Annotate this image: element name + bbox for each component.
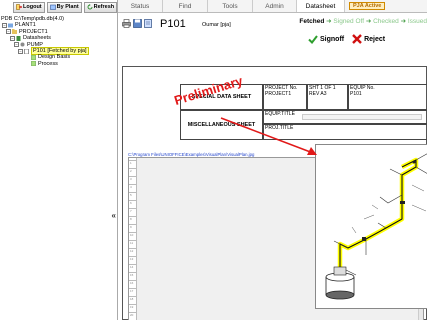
plant-icon [49,4,56,10]
arrow-right-icon: ➜ [326,18,332,25]
document-area: SPECIAL DATA SHEET MISCELLANEOUS SHEET P… [118,56,427,320]
workflow-current: Fetched [299,18,325,25]
ruler-tick: 18 [129,296,137,301]
equip-title-label: EQUIP.TITLE [265,111,295,117]
project-no-value: PROJECT1 [265,90,292,97]
tab-find[interactable]: Find [163,0,208,12]
refresh-icon [87,4,93,10]
header-toolbar [122,19,153,28]
logout-icon [16,4,22,10]
ruler-tick: 1 [129,160,137,165]
tab-admin[interactable]: Admin [253,0,297,12]
rev-label: REV A3 [309,90,327,97]
title-block: SPECIAL DATA SHEET MISCELLANEOUS SHEET P… [123,67,427,140]
ruler-tick: 4 [129,184,137,189]
ruler-tick: 19 [129,304,137,309]
workflow-step-signed-off: Signed Off [333,18,365,25]
ruler-tick: 11 [129,240,137,245]
collapse-toggle-icon[interactable]: − [6,29,11,35]
datasheet-page: SPECIAL DATA SHEET MISCELLANEOUS SHEET P… [122,66,427,320]
collapse-panel-icon[interactable]: « [112,211,116,220]
ruler-tick: 20 [129,312,137,317]
left-toolbar: Logout By Plant Refresh [0,0,118,14]
document-name: P101 [160,18,186,30]
reject-button[interactable]: Reject [352,34,385,44]
arrow-right-icon: ➜ [400,18,407,25]
workflow-step-issued: Issued [407,18,427,25]
edit-document-icon[interactable] [144,19,153,28]
tree-node-process[interactable]: Process [1,61,117,67]
title-bottom: MISCELLANEOUS SHEET [180,110,263,140]
checkmark-icon [308,34,318,44]
plant-icon [8,23,13,28]
isometric-sketch-drawing [325,153,427,300]
proj-title-label: PROJ.TITLE [265,125,294,131]
project-icon [12,29,17,35]
isometric-sketch-image [315,144,427,309]
datasheet-header: P101 Oumar [pja] Fetched ➜ Signed Off ➜ … [118,13,427,47]
ruler-tick: 6 [129,200,137,205]
ruler-tick: 3 [129,176,137,181]
workflow-actions: Signoff Reject [308,34,385,44]
equip-title-cell: EQUIP.TITLE [263,110,427,124]
collapse-toggle-icon[interactable]: − [2,23,7,29]
tab-status[interactable]: Status [118,0,163,12]
arrow-right-icon: ➜ [365,18,372,25]
reject-label: Reject [364,35,386,43]
logout-button[interactable]: Logout [13,1,45,13]
ruler-tick: 2 [129,168,137,173]
top-nav: Status Find Tools Admin Datasheet PJA Ac… [118,0,427,13]
ruler-tick: 8 [129,216,137,221]
tab-tools[interactable]: Tools [208,0,253,12]
refresh-button[interactable]: Refresh [83,1,118,13]
ruler-tick: 13 [129,256,137,261]
document-user: Oumar [pja] [202,22,231,28]
equip-no-value: P101 [350,90,362,97]
tree-process-label: Process [38,60,58,67]
ruler-tick: 16 [129,280,137,285]
sheet-icon [31,55,36,61]
save-icon[interactable] [133,19,142,28]
ruler-tick: 15 [129,272,137,277]
pja-active-badge: PJA Active [349,2,386,10]
document-icon [24,48,29,54]
collapse-toggle-icon[interactable]: − [10,35,15,41]
ruler-tick: 9 [129,224,137,229]
ruler-tick: 7 [129,208,137,213]
ruler-tick: 10 [129,232,137,237]
proj-title-cell: PROJ.TITLE [263,124,427,140]
project-tree: PDB C:\Temp\pdb.db(4.0) − PLANT1 − PROJE… [0,14,117,67]
logout-label: Logout [23,4,42,10]
by-plant-label: By Plant [56,4,79,10]
signoff-label: Signoff [320,35,345,43]
ruler-tick: 14 [129,264,137,269]
datasheets-icon [16,35,21,41]
ruler-tick: 5 [129,192,137,197]
collapse-toggle-icon[interactable]: − [18,48,23,54]
sheet-cell: SHT 1 OF 1 REV A3 [307,84,348,110]
sheet-icon [31,61,36,67]
reject-x-icon [352,34,362,44]
by-plant-button[interactable]: By Plant [46,1,82,13]
refresh-label: Refresh [93,4,115,10]
ruler-tick: 12 [129,248,137,253]
project-no-cell: PROJECT No. PROJECT1 [263,84,307,110]
left-panel: Logout By Plant Refresh PDB C:\Temp\pdb.… [0,0,118,320]
signoff-button[interactable]: Signoff [308,34,345,44]
workflow-status: Fetched ➜ Signed Off ➜ Checked ➜ Issued [299,17,427,25]
pump-icon [20,42,25,47]
ruler-tick: 17 [129,288,137,293]
print-icon[interactable] [122,19,131,28]
line-ruler: 1 2 3 4 5 6 7 8 9 10 11 12 13 14 15 16 1… [129,158,137,320]
collapse-toggle-icon[interactable]: − [14,42,19,48]
equip-title-input[interactable] [302,114,422,120]
tab-datasheet[interactable]: Datasheet [297,0,345,12]
workflow-step-checked: Checked [373,18,399,25]
equip-no-cell: EQUIP No. P101 [348,84,427,110]
